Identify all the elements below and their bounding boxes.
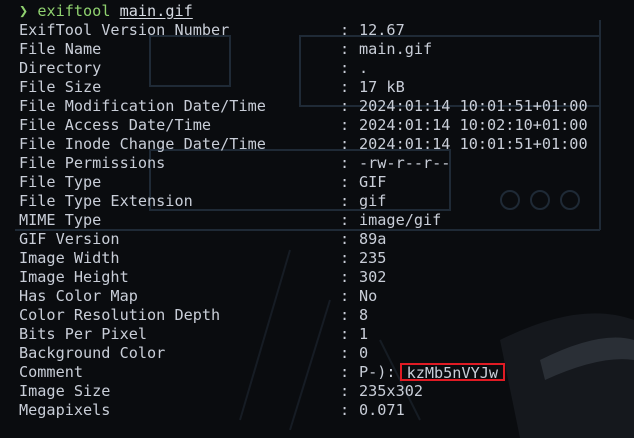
exif-value: P-): kzMb5nVYJw xyxy=(359,363,506,382)
exif-key: Image Height xyxy=(19,268,129,286)
exif-row: File Name: main.gif xyxy=(19,40,432,59)
exif-key: Megapixels xyxy=(19,401,111,419)
exif-separator: : xyxy=(340,325,350,343)
exif-key: File Permissions xyxy=(19,154,166,172)
exif-value: gif xyxy=(359,192,387,210)
exif-row: File Size:17 kB xyxy=(19,78,405,97)
exif-row: Bits Per Pixel:1 xyxy=(19,325,368,344)
exif-value: 12.67 xyxy=(359,21,405,39)
exif-key: File Type Extension xyxy=(19,192,193,210)
exif-row: Image Width:235 xyxy=(19,249,386,268)
exif-key: Image Size xyxy=(19,382,111,400)
exif-key: File Access Date/Time xyxy=(19,116,212,134)
exif-key: Directory xyxy=(19,59,102,77)
exif-row-comment: Comment: P-): kzMb5nVYJw xyxy=(19,363,506,382)
exif-key: File Name xyxy=(19,40,102,58)
exif-key: File Size xyxy=(19,78,102,96)
exif-separator: : xyxy=(340,230,350,248)
exif-separator: : xyxy=(340,78,350,96)
exif-row: Image Size:235x302 xyxy=(19,382,423,401)
exif-key: GIF Version xyxy=(19,230,120,248)
comment-prefix: P-): xyxy=(359,363,396,381)
exif-row: Megapixels:0.071 xyxy=(19,401,405,420)
exif-value: 1 xyxy=(359,325,369,343)
exif-value: No xyxy=(359,287,378,305)
exif-row: File Type Extension: gif xyxy=(19,192,386,211)
exif-separator: : xyxy=(340,382,350,400)
exif-value: GIF xyxy=(359,173,387,191)
exif-key: Image Width xyxy=(19,249,120,267)
exif-row: File Modification Date/Time:2024:01:14 1… xyxy=(19,97,588,116)
command-argument[interactable]: main.gif xyxy=(120,2,193,20)
exif-row: MIME Type: image/gif xyxy=(19,211,441,230)
terminal-output: ❯ exiftool main.gif ExifTool Version Num… xyxy=(19,2,588,420)
exif-row: Directory:. xyxy=(19,59,368,78)
exif-separator: : xyxy=(340,249,350,267)
exif-value: 0.071 xyxy=(359,401,405,419)
exif-separator: : xyxy=(340,21,350,39)
exif-row: Has Color Map: No xyxy=(19,287,377,306)
exif-key: Has Color Map xyxy=(19,287,138,305)
exif-row: GIF Version:89a xyxy=(19,230,386,249)
exif-value: -rw-r--r-- xyxy=(359,154,451,172)
exif-separator: : xyxy=(340,59,350,77)
exif-separator: : xyxy=(340,401,350,419)
exif-value: . xyxy=(359,59,369,77)
exif-key: Bits Per Pixel xyxy=(19,325,148,343)
highlighted-comment-code: kzMb5nVYJw xyxy=(399,363,506,382)
exif-row: File Inode Change Date/Time:2024:01:14 1… xyxy=(19,135,588,154)
command-name: exiftool xyxy=(37,2,111,20)
exif-key: MIME Type xyxy=(19,211,102,229)
exif-key: ExifTool Version Number xyxy=(19,21,230,39)
exif-key: Color Resolution Depth xyxy=(19,306,221,324)
terminal-window[interactable]: ❯ exiftool main.gif ExifTool Version Num… xyxy=(0,0,634,438)
exif-key: File Type xyxy=(19,173,102,191)
exif-separator: : xyxy=(340,40,350,58)
exif-separator: : xyxy=(340,173,350,191)
exif-row: Image Height:302 xyxy=(19,268,386,287)
exif-key: File Inode Change Date/Time xyxy=(19,135,266,153)
exif-separator: : xyxy=(340,116,350,134)
exif-row: File Type: GIF xyxy=(19,173,386,192)
exif-value: image/gif xyxy=(359,211,442,229)
exif-value: 235x302 xyxy=(359,382,424,400)
exif-metadata-list: ExifTool Version Number:12.67 File Name:… xyxy=(19,21,588,420)
exif-value: 89a xyxy=(359,230,387,248)
exif-separator: : xyxy=(340,211,350,229)
exif-value: 8 xyxy=(359,306,369,324)
exif-value: 2024:01:14 10:01:51+01:00 xyxy=(359,135,588,153)
prompt-chevron-icon: ❯ xyxy=(19,2,29,20)
command-prompt: ❯ exiftool main.gif xyxy=(19,2,193,21)
exif-separator: : xyxy=(340,306,350,324)
exif-separator: : xyxy=(340,192,350,210)
exif-value: 17 kB xyxy=(359,78,405,96)
exif-value: 302 xyxy=(359,268,387,286)
exif-key: File Modification Date/Time xyxy=(19,97,266,115)
exif-row: Background Color:0 xyxy=(19,344,368,363)
exif-row: File Permissions: -rw-r--r-- xyxy=(19,154,450,173)
exif-value: 235 xyxy=(359,249,387,267)
exif-separator: : xyxy=(340,135,350,153)
exif-value: 2024:01:14 10:02:10+01:00 xyxy=(359,116,588,134)
exif-separator: : xyxy=(340,154,350,172)
exif-row: File Access Date/Time:2024:01:14 10:02:1… xyxy=(19,116,588,135)
exif-separator: : xyxy=(340,344,350,362)
exif-key: Comment xyxy=(19,363,84,381)
exif-value: 2024:01:14 10:01:51+01:00 xyxy=(359,97,588,115)
exif-separator: : xyxy=(340,287,350,305)
exif-row: Color Resolution Depth:8 xyxy=(19,306,368,325)
exif-separator: : xyxy=(340,97,350,115)
exif-separator: : xyxy=(340,363,350,381)
exif-row: ExifTool Version Number:12.67 xyxy=(19,21,405,40)
exif-value: 0 xyxy=(359,344,369,362)
exif-separator: : xyxy=(340,268,350,286)
exif-value: main.gif xyxy=(359,40,433,58)
exif-key: Background Color xyxy=(19,344,166,362)
